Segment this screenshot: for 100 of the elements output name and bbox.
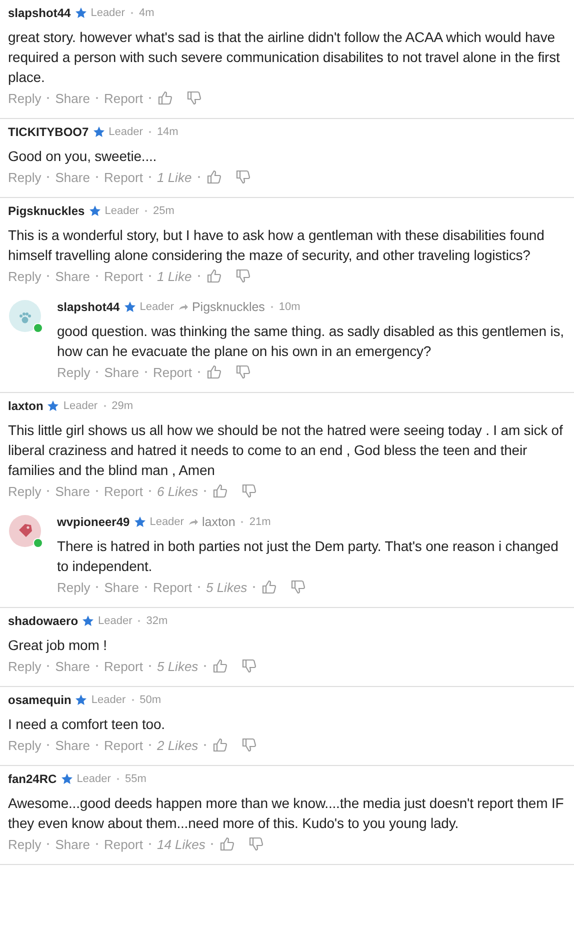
comment-text: good question. was thinking the same thing. as sadly disabled as this gentlemen is, how can he evacuate the plane on his own in an emergency?	[57, 322, 565, 361]
action-link[interactable]: Report	[104, 268, 143, 284]
comment-text: Great job mom !	[8, 636, 108, 655]
author-name[interactable]: slapshot44	[57, 300, 120, 314]
action-link[interactable]: Report	[104, 90, 143, 106]
action-link[interactable]: Reply	[8, 658, 42, 674]
reply-to-name[interactable]: laxton	[202, 515, 236, 529]
star-icon	[92, 126, 105, 138]
thumbs-up-icon[interactable]	[261, 579, 278, 595]
reply-arrow-icon	[178, 303, 188, 311]
thumbs-up-icon[interactable]	[206, 268, 222, 284]
action-link[interactable]: Report	[104, 836, 143, 852]
comment-text: great story. however what's sad is that the airline didn't follow the ACAA which would have required a person with such severe communication disabilites to not travel alone in the first place.	[8, 28, 561, 87]
comment-text: This little girl shows us all how we should be not the hatred were seeing today . I am sick of liberal craziness and hatred it needs to come to an end , God bless the teen and their families and the blind man , Amen	[8, 421, 564, 480]
author-name[interactable]: Pigsknuckles	[8, 204, 85, 218]
star-icon	[124, 301, 136, 313]
thumbs-up-icon[interactable]	[206, 169, 222, 185]
action-link[interactable]: Reply	[8, 90, 42, 106]
thumbs-up-icon[interactable]	[212, 658, 228, 674]
timestamp: 50m	[140, 694, 162, 706]
action-link[interactable]: Share	[104, 364, 139, 380]
star-icon	[75, 694, 88, 706]
action-link[interactable]: Report	[104, 738, 143, 752]
leader-label: Leader	[140, 301, 174, 313]
thumbs-down-icon[interactable]	[290, 579, 306, 595]
star-icon	[47, 400, 60, 412]
thumbs-down-icon[interactable]	[241, 483, 258, 499]
like-count: 14 Likes	[156, 836, 206, 852]
action-link[interactable]: Report	[152, 580, 192, 594]
timestamp: 55m	[124, 773, 146, 785]
timestamp: 10m	[278, 301, 300, 313]
action-link[interactable]: Report	[104, 170, 143, 184]
author-name[interactable]: shadowaero	[8, 614, 78, 628]
action-link[interactable]: Reply	[57, 364, 90, 380]
action-link[interactable]: Reply	[8, 268, 42, 284]
action-link[interactable]: Share	[55, 484, 90, 498]
action-link[interactable]: Reply	[8, 738, 42, 752]
action-link[interactable]: Reply	[8, 170, 42, 184]
action-link[interactable]: Share	[55, 90, 90, 106]
thumbs-down-icon[interactable]	[234, 169, 251, 185]
action-link[interactable]: Share	[55, 738, 90, 752]
action-link[interactable]: Share	[104, 580, 139, 594]
like-count: 2 Likes	[156, 738, 198, 752]
star-icon	[60, 773, 73, 785]
thumbs-up-icon[interactable]	[206, 364, 222, 380]
leader-label: Leader	[108, 126, 143, 138]
thumbs-down-icon[interactable]	[241, 658, 258, 674]
action-link[interactable]: Report	[152, 364, 192, 380]
leader-label: Leader	[98, 615, 132, 627]
author-name[interactable]: wvpioneer49	[57, 515, 130, 529]
like-count: 1 Like	[156, 268, 192, 284]
thumbs-up-icon[interactable]	[156, 90, 173, 106]
author-name[interactable]: osamequin	[8, 693, 72, 707]
thumbs-up-icon[interactable]	[219, 836, 236, 852]
timestamp: 14m	[156, 126, 178, 138]
action-link[interactable]: Share	[55, 170, 90, 184]
action-link[interactable]: Share	[55, 268, 90, 284]
author-name[interactable]: slapshot44	[8, 6, 71, 20]
star-icon	[88, 205, 101, 217]
comment-text: Awesome...good deeds happen more than we know....the media just doesn't report them IF they even know about them...need more of this. Kudo's to you young lady.	[8, 794, 565, 833]
timestamp: 21m	[249, 516, 271, 528]
thumbs-down-icon[interactable]	[241, 737, 258, 753]
action-link[interactable]: Report	[104, 484, 143, 498]
comment-text: There is hatred in both parties not just the Dem party. That's one reason i changed to independent.	[57, 537, 560, 576]
thumbs-down-icon[interactable]	[186, 90, 202, 106]
timestamp: 4m	[138, 7, 154, 19]
star-icon	[74, 7, 87, 19]
reply-arrow-icon	[188, 518, 198, 526]
action-link[interactable]: Share	[55, 658, 90, 674]
action-link[interactable]: Reply	[8, 836, 42, 852]
comment-text: This is a wonderful story, but I have to ask how a gentleman with these disabilities found himself travelling alone considering the maze of security, and other traveling logistics?	[8, 226, 546, 265]
like-count: 5 Likes	[206, 580, 248, 594]
leader-label: Leader	[63, 400, 98, 412]
action-link[interactable]: Report	[104, 658, 143, 674]
action-link[interactable]: Reply	[57, 580, 90, 594]
leader-label: Leader	[104, 205, 139, 217]
like-count: 6 Likes	[156, 484, 198, 498]
timestamp: 25m	[152, 205, 174, 217]
author-name[interactable]: laxton	[8, 399, 44, 413]
leader-label: Leader	[76, 773, 111, 785]
reply-to-name[interactable]: Pigsknuckles	[192, 300, 265, 314]
thumbs-down-icon[interactable]	[248, 836, 264, 852]
thumbs-up-icon[interactable]	[212, 737, 228, 753]
comment-text: I need a comfort teen too.	[8, 715, 166, 734]
action-link[interactable]: Reply	[8, 484, 42, 498]
author-name[interactable]: TICKITYBOO7	[8, 125, 89, 139]
like-count: 1 Like	[156, 170, 192, 184]
like-count: 5 Likes	[156, 658, 198, 674]
star-icon	[134, 516, 146, 528]
action-link[interactable]: Share	[55, 836, 90, 852]
author-name[interactable]: fan24RC	[8, 772, 57, 786]
thumbs-down-icon[interactable]	[234, 268, 251, 284]
star-icon	[82, 615, 94, 627]
timestamp: 32m	[146, 615, 168, 627]
timestamp: 29m	[112, 400, 134, 412]
thumbs-up-icon[interactable]	[212, 483, 228, 499]
comment-text: Good on you, sweetie....	[8, 147, 158, 166]
thumbs-down-icon[interactable]	[234, 364, 251, 380]
leader-label: Leader	[90, 7, 125, 19]
leader-label: Leader	[91, 694, 126, 706]
